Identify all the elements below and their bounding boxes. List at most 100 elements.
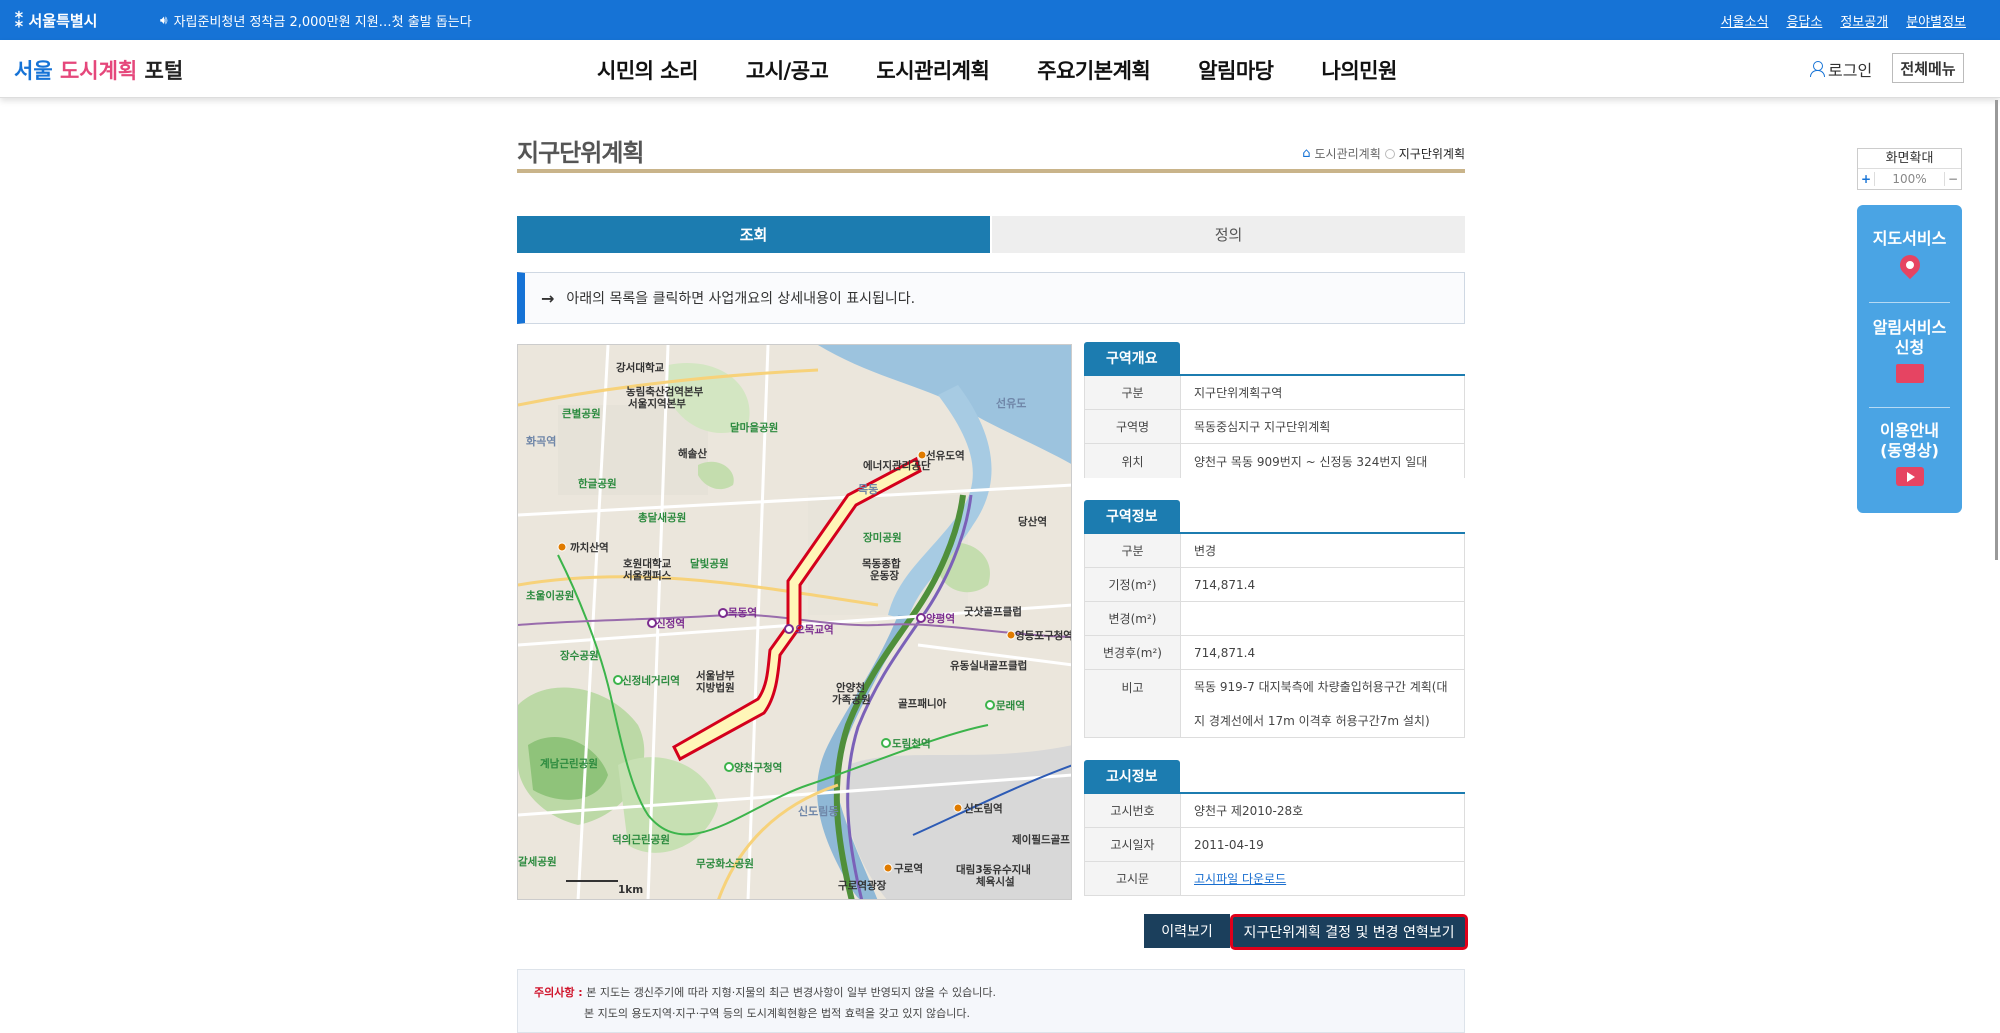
top-links: 서울소식 응답소 정보공개 분야별정보 xyxy=(1721,11,1966,30)
map-label: 서울남부 xyxy=(696,669,735,682)
row-key: 구분 xyxy=(1085,534,1181,567)
map-label: 당산역 xyxy=(1018,515,1047,528)
quick-map-service[interactable]: 지도서비스 xyxy=(1857,229,1962,280)
arrow-right-icon: → xyxy=(541,288,555,308)
map-label: 신도림동 xyxy=(798,804,838,818)
row-key: 고시번호 xyxy=(1085,794,1181,827)
map-label: 대림3동유수지내 xyxy=(956,863,1031,876)
map-label: 달빛공원 xyxy=(690,557,729,570)
nav-basic-plan[interactable]: 주요기본계획 xyxy=(1037,55,1150,85)
row-key: 위치 xyxy=(1085,444,1181,478)
map-label: 선유도역 xyxy=(926,449,965,462)
map-label: 덕의근린공원 xyxy=(612,833,670,846)
quick-menu: 지도서비스 알림서비스 신청 이용안내 (동영상) xyxy=(1857,205,1962,513)
quick-alert-service-label-2: 신청 xyxy=(1894,338,1925,357)
row-key: 변경(m²) xyxy=(1085,602,1181,635)
row-key: 구분 xyxy=(1085,376,1181,409)
change-history-button[interactable]: 지구단위계획 결정 및 변경 연혁보기 xyxy=(1230,914,1468,950)
notice-ticker[interactable]: 🔊︎ 자립준비청년 정착금 2,000만원 지원…첫 출발 돕는다 xyxy=(160,11,472,30)
row-key: 고시문 xyxy=(1085,862,1181,895)
table-row: 구분 지구단위계획구역 xyxy=(1085,376,1464,410)
section-notice-header: 고시정보 xyxy=(1084,760,1465,794)
table-row: 변경후(m²) 714,871.4 xyxy=(1085,636,1464,670)
row-key: 기정(m²) xyxy=(1085,568,1181,601)
speaker-icon: 🔊︎ xyxy=(160,13,168,27)
nav-my-petition[interactable]: 나의민원 xyxy=(1322,55,1398,85)
history-button[interactable]: 이력보기 xyxy=(1144,914,1230,948)
table-row: 구분 변경 xyxy=(1085,534,1464,568)
nav-announcement[interactable]: 알림마당 xyxy=(1198,55,1274,85)
overview-table: 구분 지구단위계획구역 구역명 목동중심지구 지구단위계획 위치 양천구 목동 909… xyxy=(1084,376,1465,478)
seoul-logo[interactable]: ⁑ 서울특별시 xyxy=(14,8,97,32)
map-label: 체육시설 xyxy=(976,875,1015,888)
map-label: 갈세공원 xyxy=(518,855,557,868)
seoul-logo-text: 서울특별시 xyxy=(28,11,98,30)
breadcrumb-current: 지구단위계획 xyxy=(1398,147,1465,161)
tab-search[interactable]: 조회 xyxy=(517,216,990,253)
map-label: 유동실내골프클럽 xyxy=(950,659,1027,672)
row-key: 구역명 xyxy=(1085,410,1181,443)
quick-divider xyxy=(1869,407,1950,408)
breadcrumb: ⌂ 도시관리계획 지구단위계획 xyxy=(1302,145,1465,162)
home-icon[interactable]: ⌂ xyxy=(1302,146,1310,161)
section-notice-title: 고시정보 xyxy=(1084,760,1180,792)
map-label: 까치산역 xyxy=(570,541,609,554)
table-row: 기정(m²) 714,871.4 xyxy=(1085,568,1464,602)
top-link-field-info[interactable]: 분야별정보 xyxy=(1906,11,1966,30)
caution-line: 본 지도의 용도지역·지구·구역 등의 도시계획현황은 법적 효력을 갖고 있지… xyxy=(584,1007,971,1020)
top-bar: ⁑ 서울특별시 🔊︎ 자립준비청년 정착금 2,000만원 지원…첫 출발 돕는… xyxy=(0,0,2000,40)
quick-divider xyxy=(1869,302,1950,303)
section-overview-title: 구역개요 xyxy=(1084,342,1180,374)
section-overview-header: 구역개요 xyxy=(1084,342,1465,376)
map-label: 해솔산 xyxy=(678,447,707,460)
quick-guide-video[interactable]: 이용안내 (동영상) xyxy=(1857,421,1962,491)
tab-definition[interactable]: 정의 xyxy=(992,216,1465,253)
zoom-in-button[interactable]: + xyxy=(1858,172,1874,186)
portal-logo[interactable]: 서울 도시계획 포털 xyxy=(14,55,183,85)
breadcrumb-item[interactable]: 도시관리계획 xyxy=(1315,145,1381,162)
top-link-news[interactable]: 서울소식 xyxy=(1721,11,1769,30)
map-label: 양평역 xyxy=(926,612,955,625)
quick-guide-label: 이용안내 xyxy=(1880,421,1939,440)
login-link[interactable]: 로그인 xyxy=(1810,57,1872,81)
map-label: 골프패니아 xyxy=(898,697,947,710)
mail-icon xyxy=(1895,364,1924,383)
map-svg[interactable]: 강서대학교 농림축산검역본부 서울지역본부 큰별공원 달마을공원 해솔산 에너지… xyxy=(518,345,1072,900)
top-link-response[interactable]: 응답소 xyxy=(1786,11,1822,30)
quick-alert-service-label: 알림서비스 xyxy=(1872,318,1947,337)
row-value: 2011-04-19 xyxy=(1194,837,1264,852)
login-label: 로그인 xyxy=(1828,61,1873,80)
map-label: 장수공원 xyxy=(560,649,599,662)
map-label: 문래역 xyxy=(996,699,1025,712)
quick-map-service-label: 지도서비스 xyxy=(1872,229,1947,248)
seoul-logo-icon: ⁑ xyxy=(14,8,25,32)
download-notice-link[interactable]: 고시파일 다운로드 xyxy=(1181,862,1464,895)
map-label: 한글공원 xyxy=(578,477,617,490)
section-info-header: 구역정보 xyxy=(1084,500,1465,534)
quick-guide-label-2: (동영상) xyxy=(1880,441,1939,460)
all-menu-button[interactable]: 전체메뉴 xyxy=(1892,53,1964,83)
map-label: 무궁화소공원 xyxy=(696,857,754,870)
nav-notice[interactable]: 고시/공고 xyxy=(746,55,829,85)
section-notice: 고시정보 고시번호 양천구 제2010-28호 고시일자 2011-04-19 고시… xyxy=(1084,760,1465,896)
portal-logo-part1: 서울 xyxy=(14,59,60,83)
page-scrollbar[interactable] xyxy=(1995,100,1998,560)
notice-text[interactable]: 자립준비청년 정착금 2,000만원 지원…첫 출발 돕는다 xyxy=(174,11,472,30)
top-link-disclosure[interactable]: 정보공개 xyxy=(1840,11,1888,30)
zoom-out-button[interactable]: − xyxy=(1945,172,1961,186)
quick-alert-service[interactable]: 알림서비스 신청 xyxy=(1857,318,1962,388)
row-value: 목동중심지구 지구단위계획 xyxy=(1194,420,1331,434)
row-key: 변경후(m²) xyxy=(1085,636,1181,669)
table-row: 변경(m²) xyxy=(1085,602,1464,636)
nav-citizen-voice[interactable]: 시민의 소리 xyxy=(597,55,698,85)
map-label: 총달새공원 xyxy=(638,511,686,524)
main-nav: 시민의 소리 고시/공고 도시관리계획 주요기본계획 알림마당 나의민원 xyxy=(597,55,1397,85)
district-map[interactable]: 강서대학교 농림축산검역본부 서울지역본부 큰별공원 달마을공원 해솔산 에너지… xyxy=(517,344,1072,900)
row-value: 변경 xyxy=(1194,544,1217,558)
map-label: 신정네거리역 xyxy=(622,674,680,687)
row-value: 양천구 목동 909번지 ~ 신정동 324번지 일대 xyxy=(1194,454,1428,469)
nav-urban-plan[interactable]: 도시관리계획 xyxy=(876,55,989,85)
info-message-box: → 아래의 목록을 클릭하면 사업개요의 상세내용이 표시됩니다. xyxy=(517,272,1465,324)
map-label: 지방법원 xyxy=(696,681,735,694)
map-label: 서울지역본부 xyxy=(628,397,686,410)
